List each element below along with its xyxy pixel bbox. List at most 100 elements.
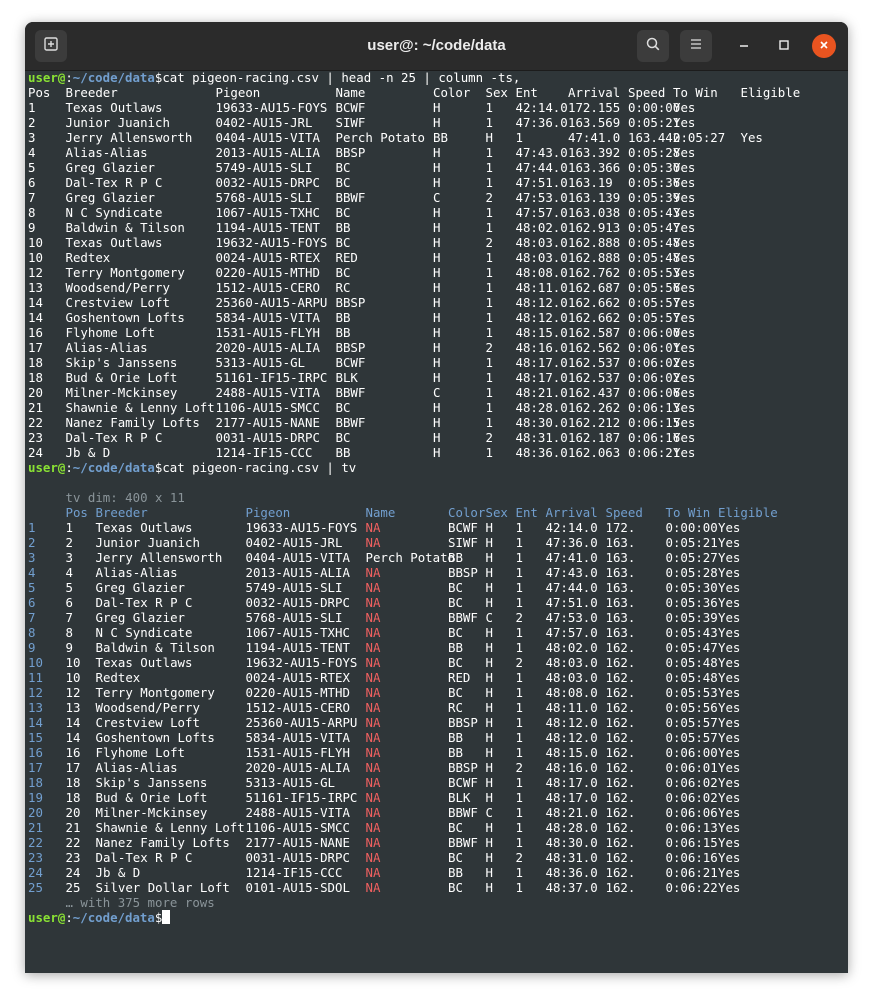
csv-row: 21 Shawnie & Lenny Loft 1106-AU15-SMCC BC H 1… bbox=[28, 400, 845, 415]
csv-cell: C bbox=[433, 385, 441, 400]
terminal-output[interactable]: user@:~/code/data$cat pigeon-racing.csv … bbox=[28, 70, 845, 970]
tv-cell: 1 bbox=[515, 775, 523, 790]
tv-cell: 1 bbox=[515, 820, 523, 835]
csv-cell: N C Syndicate bbox=[65, 205, 163, 220]
tv-cell: H bbox=[485, 535, 493, 550]
tv-cell: 162. bbox=[605, 880, 636, 895]
tv-cell: 5834-AU15-VITA bbox=[245, 730, 350, 745]
tv-cell: 47:57.0 bbox=[545, 625, 598, 640]
tv-cell: BBSP bbox=[448, 565, 478, 580]
csv-cell: 12 bbox=[28, 265, 43, 280]
csv-cell: BBSP bbox=[335, 295, 366, 310]
csv-cell: 48:30.0 bbox=[515, 415, 568, 430]
tv-cell: 1 bbox=[515, 625, 523, 640]
tv-cell: 48:16.0 bbox=[545, 760, 598, 775]
csv-row: 18 Skip's Janssens 5313-AU15-GL BCWF H 1 48:17… bbox=[28, 355, 845, 370]
csv-cell: 162.187 bbox=[568, 430, 621, 445]
csv-row: 22 Nanez Family Lofts 2177-AU15-NANE BBWF H 1… bbox=[28, 415, 845, 430]
title-bar: user@: ~/code/data bbox=[25, 22, 848, 71]
tv-cell: 0:06:13 bbox=[665, 820, 718, 835]
search-button[interactable] bbox=[637, 30, 669, 62]
tv-cell: H bbox=[485, 835, 493, 850]
csv-cell: 162.662 bbox=[568, 310, 621, 325]
tv-cell: 1531-AU15-FLYH bbox=[245, 745, 350, 760]
csv-cell: 1194-AU15-TENT bbox=[215, 220, 320, 235]
tv-cell: NA bbox=[365, 715, 381, 730]
tv-cell: NA bbox=[365, 565, 381, 580]
csv-cell: 19632-AU15-FOYS bbox=[215, 235, 328, 250]
maximize-button[interactable] bbox=[772, 34, 796, 58]
csv-cell: 2 bbox=[485, 190, 493, 205]
csv-cell: 47:57.0 bbox=[515, 205, 568, 220]
minimize-button[interactable] bbox=[732, 34, 756, 58]
tv-cell: 0402-AU15-JRL bbox=[245, 535, 343, 550]
csv-cell: 48:11.0 bbox=[515, 280, 568, 295]
csv-cell: 18 bbox=[28, 370, 43, 385]
tv-cell: 8 bbox=[65, 625, 73, 640]
tv-cell: N C Syndicate bbox=[95, 625, 193, 640]
menu-button[interactable] bbox=[680, 30, 712, 62]
csv-cell: 47:53.0 bbox=[515, 190, 568, 205]
csv-header-cell: Sex bbox=[485, 85, 508, 100]
csv-row: 5 Greg Glazier 5749-AU15-SLI BC H 1 47:44.0 163… bbox=[28, 160, 845, 175]
tv-cell: 48:28.0 bbox=[545, 820, 598, 835]
tv-cell: 48:31.0 bbox=[545, 850, 598, 865]
csv-cell: 1 bbox=[485, 220, 493, 235]
csv-cell: 48:03.0 bbox=[515, 250, 568, 265]
tv-cell: 1512-AU15-CERO bbox=[245, 700, 350, 715]
tv-cell: H bbox=[485, 745, 493, 760]
close-button[interactable] bbox=[812, 34, 836, 58]
csv-cell: 162.212 bbox=[568, 415, 621, 430]
tv-cell: 25 bbox=[65, 880, 81, 895]
csv-cell: 13 bbox=[28, 280, 43, 295]
tv-cell: BCWF bbox=[448, 775, 478, 790]
tv-cell: 48:15.0 bbox=[545, 745, 598, 760]
tv-cell: 48:21.0 bbox=[545, 805, 598, 820]
tv-header-cell: Name bbox=[365, 505, 396, 520]
tv-row: 24 24 Jb & D 1214-IF15-CCC NA BB H 1 48:36.0 162.… bbox=[28, 865, 845, 880]
csv-cell: Woodsend/Perry bbox=[65, 280, 170, 295]
tv-cell: Texas Outlaws bbox=[95, 655, 193, 670]
tv-cell: Alias-Alias bbox=[95, 565, 178, 580]
csv-row: 13 Woodsend/Perry 1512-AU15-CERO RC H 1 48:11.… bbox=[28, 280, 845, 295]
csv-cell: BBWF bbox=[335, 415, 366, 430]
csv-row: 24 Jb & D 1214-IF15-CCC BB H 1 48:36.0 162.063 0… bbox=[28, 445, 845, 460]
csv-cell: BBSP bbox=[335, 340, 366, 355]
tv-cell: Bud & Orie Loft bbox=[95, 790, 208, 805]
tv-cell: 1 bbox=[515, 805, 523, 820]
tv-cell: Yes bbox=[718, 865, 741, 880]
csv-row: 14 Goshentown Lofts 5834-AU15-VITA BB H 1 48:1… bbox=[28, 310, 845, 325]
csv-row: 18 Bud & Orie Loft 51161-IF15-IRPC BLK H 1 48:… bbox=[28, 370, 845, 385]
csv-cell: 0024-AU15-RTEX bbox=[215, 250, 320, 265]
tv-cell: 1194-AU15-TENT bbox=[245, 640, 350, 655]
tv-cell: 48:12.0 bbox=[545, 730, 598, 745]
csv-cell: Yes bbox=[673, 445, 696, 460]
tv-cell: 1 bbox=[515, 520, 523, 535]
tv-cell: NA bbox=[365, 790, 381, 805]
csv-cell: 23 bbox=[28, 430, 43, 445]
csv-cell: Yes bbox=[673, 265, 696, 280]
tv-dim-line: tv dim: 400 x 11 bbox=[28, 490, 845, 505]
csv-cell: Jb & D bbox=[65, 445, 111, 460]
tv-cell: C bbox=[485, 610, 493, 625]
tv-cell: 47:44.0 bbox=[545, 580, 598, 595]
csv-cell: Yes bbox=[673, 205, 696, 220]
tv-cell: BC bbox=[448, 595, 463, 610]
minimize-icon bbox=[739, 37, 749, 55]
tv-cell: 0:05:48 bbox=[665, 670, 718, 685]
tv-cell: Flyhome Loft bbox=[95, 745, 186, 760]
tv-row-index: 24 bbox=[28, 865, 43, 880]
tv-cell: 1 bbox=[515, 580, 523, 595]
tv-row-index: 5 bbox=[28, 580, 36, 595]
csv-cell: Greg Glazier bbox=[65, 160, 156, 175]
tv-cell: Jerry Allensworth bbox=[95, 550, 223, 565]
csv-cell: 48:28.0 bbox=[515, 400, 568, 415]
csv-cell: H bbox=[433, 175, 441, 190]
csv-header-cell: Pos bbox=[28, 85, 51, 100]
tv-cell: 162. bbox=[605, 790, 636, 805]
csv-cell: 172.155 bbox=[568, 100, 621, 115]
tv-cell: 163. bbox=[605, 535, 636, 550]
tv-cell: 0:05:30 bbox=[665, 580, 718, 595]
csv-cell: RED bbox=[335, 250, 358, 265]
csv-cell: BC bbox=[335, 175, 351, 190]
